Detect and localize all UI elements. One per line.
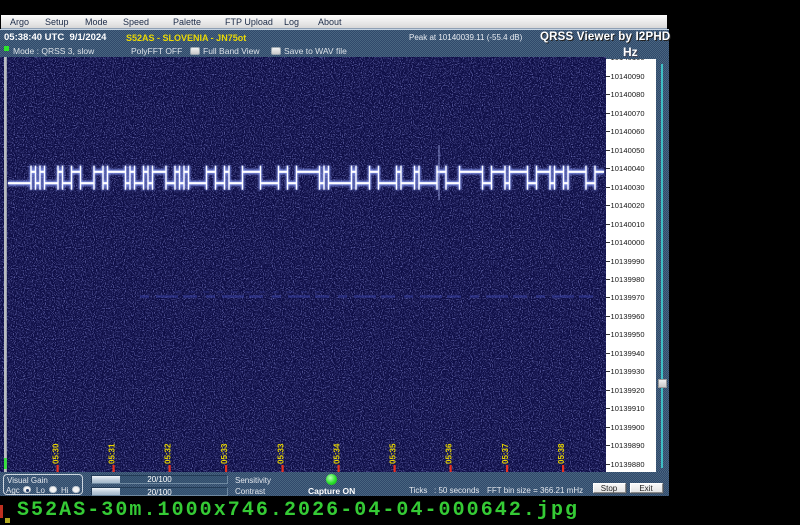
svg-text:05:30: 05:30 [52,443,61,464]
svg-text:05:33: 05:33 [277,443,286,464]
svg-text:05:32: 05:32 [164,443,173,464]
svg-text:05:31: 05:31 [108,443,117,464]
svg-text:05:33: 05:33 [220,443,229,464]
svg-text:05:36: 05:36 [445,443,454,464]
svg-text:05:37: 05:37 [501,443,510,464]
svg-text:05:34: 05:34 [333,443,342,464]
svg-text:05:35: 05:35 [389,443,398,464]
svg-text:05:38: 05:38 [557,443,566,464]
